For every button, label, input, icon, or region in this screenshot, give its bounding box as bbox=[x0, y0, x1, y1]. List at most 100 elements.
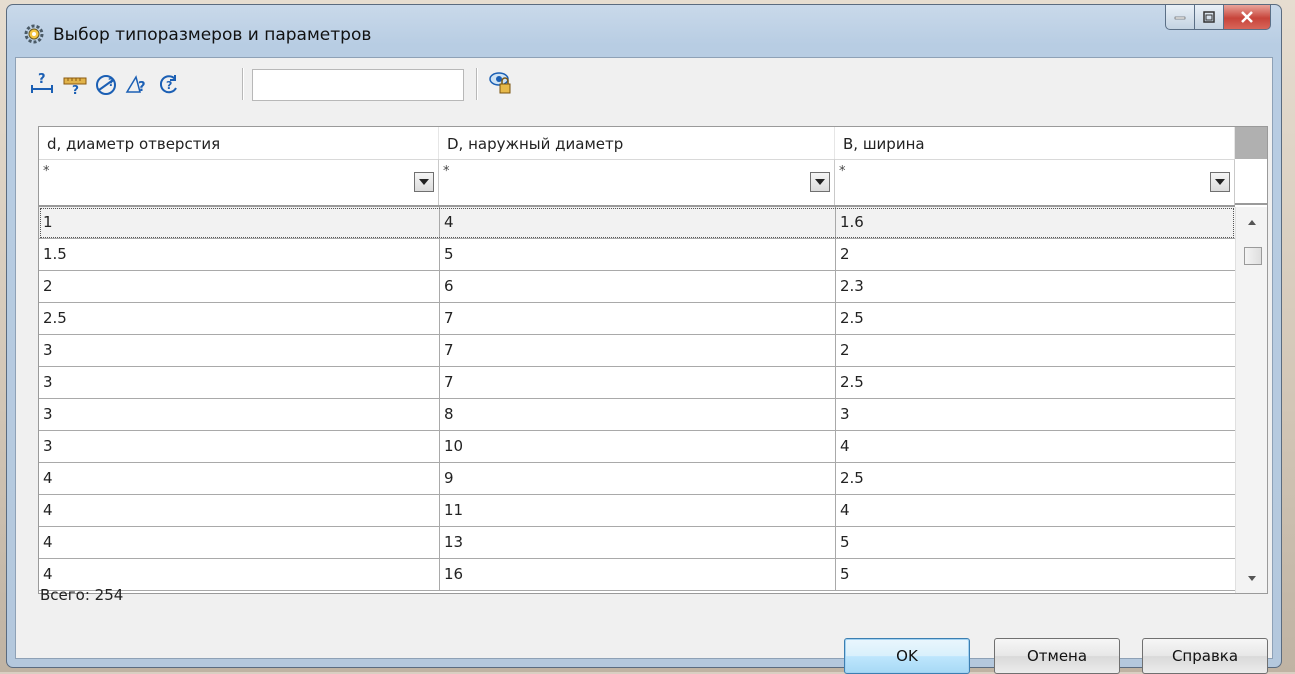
maximize-button[interactable] bbox=[1195, 5, 1224, 30]
gear-icon bbox=[23, 23, 45, 45]
chevron-down-icon bbox=[419, 179, 429, 185]
svg-text:?: ? bbox=[72, 83, 79, 96]
table-row[interactable]: 2.5 7 2.5 bbox=[39, 303, 1235, 335]
cell-B: 2 bbox=[835, 239, 1235, 270]
parameters-table: d, диаметр отверстия D, наружный диаметр… bbox=[38, 126, 1268, 594]
rotate-query-icon[interactable]: ? bbox=[156, 72, 182, 96]
table-row[interactable]: 1 4 1.6 bbox=[39, 207, 1235, 239]
minimize-button[interactable] bbox=[1165, 5, 1195, 30]
cell-B: 2.5 bbox=[835, 303, 1235, 334]
chevron-down-icon bbox=[1215, 179, 1225, 185]
cell-d: 2.5 bbox=[43, 309, 67, 327]
dialog-window: Выбор типоразмеров и параметров ? ? ? ? … bbox=[6, 4, 1282, 674]
header-corner bbox=[1235, 127, 1267, 159]
ruler-query-icon[interactable]: ? bbox=[62, 72, 88, 97]
scroll-up-button[interactable] bbox=[1236, 213, 1267, 231]
cell-d: 3 bbox=[43, 437, 53, 455]
cell-d: 1 bbox=[43, 213, 53, 231]
table-row[interactable]: 4 11 4 bbox=[39, 495, 1235, 527]
measure-query-icon[interactable]: ? bbox=[94, 72, 120, 96]
cell-D: 10 bbox=[439, 431, 835, 462]
cell-B: 5 bbox=[835, 559, 1235, 590]
minimize-icon bbox=[1174, 16, 1186, 20]
dropdown-button[interactable] bbox=[810, 172, 830, 192]
table-row[interactable]: 4 16 5 bbox=[39, 559, 1235, 591]
dropdown-button[interactable] bbox=[1210, 172, 1230, 192]
cell-B: 1.6 bbox=[835, 207, 1235, 238]
cell-D: 5 bbox=[439, 239, 835, 270]
filter-B[interactable]: * bbox=[835, 159, 1235, 205]
table-row[interactable]: 3 8 3 bbox=[39, 399, 1235, 431]
svg-text:?: ? bbox=[108, 76, 114, 89]
column-header-D[interactable]: D, наружный диаметр bbox=[439, 127, 835, 159]
toolbar-separator bbox=[242, 68, 244, 100]
cell-D: 9 bbox=[439, 463, 835, 494]
cell-D: 6 bbox=[439, 271, 835, 302]
filter-value: * bbox=[443, 164, 450, 179]
scroll-thumb[interactable] bbox=[1244, 247, 1262, 265]
cell-D: 7 bbox=[439, 303, 835, 334]
chevron-down-icon bbox=[815, 179, 825, 185]
cell-B: 2.5 bbox=[835, 463, 1235, 494]
chevron-up-icon bbox=[1247, 219, 1256, 225]
ok-button[interactable]: OK bbox=[844, 638, 970, 674]
maximize-icon bbox=[1203, 11, 1215, 23]
cell-d: 4 bbox=[43, 501, 53, 519]
vertical-scrollbar[interactable] bbox=[1235, 207, 1267, 593]
table-row[interactable]: 3 7 2.5 bbox=[39, 367, 1235, 399]
cell-B: 2.5 bbox=[835, 367, 1235, 398]
cell-D: 13 bbox=[439, 527, 835, 558]
cell-D: 7 bbox=[439, 335, 835, 366]
cancel-button[interactable]: Отмена bbox=[994, 638, 1120, 674]
table-row[interactable]: 3 10 4 bbox=[39, 431, 1235, 463]
filter-row: * * * bbox=[39, 159, 1235, 207]
cell-D: 11 bbox=[439, 495, 835, 526]
cell-B: 4 bbox=[835, 495, 1235, 526]
cell-d: 3 bbox=[43, 405, 53, 423]
cell-d: 4 bbox=[43, 469, 53, 487]
table-row[interactable]: 1.5 5 2 bbox=[39, 239, 1235, 271]
close-button[interactable] bbox=[1224, 5, 1271, 30]
cell-D: 8 bbox=[439, 399, 835, 430]
svg-text:?: ? bbox=[166, 79, 172, 92]
close-icon bbox=[1241, 11, 1253, 23]
cell-d: 3 bbox=[43, 373, 53, 391]
cell-B: 3 bbox=[835, 399, 1235, 430]
table-row[interactable]: 2 6 2.3 bbox=[39, 271, 1235, 303]
dropdown-button[interactable] bbox=[414, 172, 434, 192]
cell-D: 7 bbox=[439, 367, 835, 398]
cell-D: 4 bbox=[439, 207, 835, 238]
table-row[interactable]: 4 13 5 bbox=[39, 527, 1235, 559]
search-input[interactable] bbox=[252, 69, 464, 101]
scroll-down-button[interactable] bbox=[1236, 569, 1267, 587]
table-row[interactable]: 4 9 2.5 bbox=[39, 463, 1235, 495]
size-query-icon[interactable]: ? bbox=[30, 72, 56, 96]
filter-value: * bbox=[839, 164, 846, 179]
cell-B: 4 bbox=[835, 431, 1235, 462]
column-header-B[interactable]: B, ширина bbox=[835, 127, 1235, 159]
filter-value: * bbox=[43, 164, 50, 179]
toolbar-separator bbox=[476, 68, 478, 100]
table-body: 1 4 1.6 1.5 5 2 2 6 2.3 2.5 7 2.5 3 7 2 … bbox=[39, 207, 1235, 593]
cell-d: 3 bbox=[43, 341, 53, 359]
help-button[interactable]: Справка bbox=[1142, 638, 1268, 674]
total-count: Всего: 254 bbox=[40, 586, 124, 604]
chevron-down-icon bbox=[1247, 575, 1256, 581]
column-header-d[interactable]: d, диаметр отверстия bbox=[39, 127, 439, 159]
filter-D[interactable]: * bbox=[439, 159, 835, 205]
filter-d[interactable]: * bbox=[39, 159, 439, 205]
svg-text:?: ? bbox=[138, 80, 146, 95]
filter-corner bbox=[1235, 159, 1267, 205]
dialog-client: ? ? ? ? ? d, диаметр отверстия D, наружн… bbox=[15, 57, 1273, 674]
angle-query-icon[interactable]: ? bbox=[124, 72, 150, 96]
cell-B: 5 bbox=[835, 527, 1235, 558]
title-bar[interactable]: Выбор типоразмеров и параметров bbox=[7, 5, 1281, 57]
cell-d: 1.5 bbox=[43, 245, 67, 263]
toolbar: ? ? ? ? ? bbox=[16, 58, 1272, 110]
table-header: d, диаметр отверстия D, наружный диаметр… bbox=[39, 127, 1235, 160]
cell-d: 2 bbox=[43, 277, 53, 295]
cell-d: 4 bbox=[43, 533, 53, 551]
table-row[interactable]: 3 7 2 bbox=[39, 335, 1235, 367]
cell-B: 2.3 bbox=[835, 271, 1235, 302]
preview-icon[interactable] bbox=[488, 70, 514, 94]
